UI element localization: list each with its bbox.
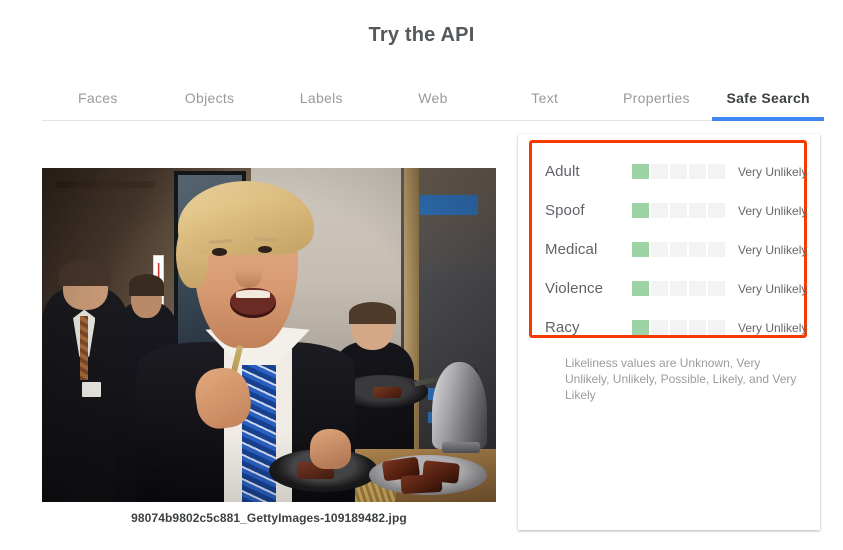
meter-segment bbox=[689, 281, 706, 296]
tab-bar: Faces Objects Labels Web Text Properties Safe … bbox=[42, 76, 824, 121]
subject-open-mouth bbox=[230, 288, 276, 319]
likelihood-meter bbox=[632, 281, 725, 296]
meter-segment bbox=[689, 164, 706, 179]
meter-segment bbox=[651, 203, 668, 218]
tab-properties[interactable]: Properties bbox=[601, 76, 713, 120]
person-name-badge bbox=[81, 382, 101, 398]
meter-segment bbox=[670, 281, 687, 296]
person-hair bbox=[128, 273, 165, 296]
safe-search-category-label: Violence bbox=[545, 280, 604, 297]
main-content: 98074b9802c5c881_GettyImages-109189482.j… bbox=[0, 134, 843, 550]
steak-piece bbox=[400, 474, 442, 495]
heat-lamp-base bbox=[441, 441, 481, 453]
meter-segment bbox=[670, 242, 687, 257]
meter-segment bbox=[708, 281, 725, 296]
safe-search-row: Violence Very Unlikely bbox=[532, 269, 808, 308]
person-hair bbox=[348, 301, 397, 325]
safe-search-category-label: Medical bbox=[545, 241, 598, 258]
likelihood-value: Very Unlikely bbox=[738, 164, 808, 179]
tab-safe-search[interactable]: Safe Search bbox=[712, 76, 824, 121]
safe-search-row: Spoof Very Unlikely bbox=[532, 191, 808, 230]
meter-segment bbox=[670, 164, 687, 179]
subject-hand-holding-plate bbox=[309, 428, 351, 469]
likelihood-value: Very Unlikely bbox=[738, 281, 808, 296]
safe-search-category-label: Adult bbox=[545, 163, 580, 180]
safe-search-category-label: Racy bbox=[545, 319, 580, 336]
likelihood-meter bbox=[632, 164, 725, 179]
tab-labels[interactable]: Labels bbox=[265, 76, 377, 120]
meter-segment bbox=[651, 164, 668, 179]
image-filename: 98074b9802c5c881_GettyImages-109189482.j… bbox=[131, 511, 407, 525]
meter-segment bbox=[632, 242, 649, 257]
heat-lamp-warmer bbox=[432, 361, 487, 449]
meter-segment bbox=[689, 242, 706, 257]
meter-segment bbox=[708, 242, 725, 257]
analyzed-image bbox=[42, 168, 496, 502]
person-tie bbox=[79, 316, 88, 381]
meter-segment bbox=[708, 164, 725, 179]
meter-segment bbox=[670, 203, 687, 218]
meter-segment bbox=[708, 203, 725, 218]
meter-segment bbox=[651, 242, 668, 257]
tab-text[interactable]: Text bbox=[489, 76, 601, 120]
meter-segment bbox=[632, 164, 649, 179]
meter-segment bbox=[708, 320, 725, 335]
safe-search-row: Racy Very Unlikely bbox=[532, 308, 808, 347]
subject-nose bbox=[234, 261, 263, 289]
tab-objects[interactable]: Objects bbox=[154, 76, 266, 120]
likeliness-legend: Likeliness values are Unknown, Very Unli… bbox=[565, 356, 797, 402]
page-title: Try the API bbox=[368, 24, 475, 46]
photo-scene bbox=[42, 168, 496, 502]
likelihood-meter bbox=[632, 320, 725, 335]
meter-segment bbox=[632, 320, 649, 335]
subject-eye-left bbox=[212, 248, 227, 256]
safe-search-result-card: Adult Very Unlikely Spoof Very Unlikely Medi… bbox=[518, 134, 820, 530]
safe-search-row: Medical Very Unlikely bbox=[532, 230, 808, 269]
person-hair bbox=[59, 260, 111, 287]
meter-segment bbox=[689, 203, 706, 218]
likelihood-meter bbox=[632, 203, 725, 218]
meter-segment bbox=[689, 320, 706, 335]
window-sign-top bbox=[418, 194, 478, 215]
likelihood-value: Very Unlikely bbox=[738, 203, 808, 218]
likelihood-value: Very Unlikely bbox=[738, 242, 808, 257]
meter-segment bbox=[651, 320, 668, 335]
tab-faces[interactable]: Faces bbox=[42, 76, 154, 120]
image-column: 98074b9802c5c881_GettyImages-109189482.j… bbox=[42, 168, 496, 525]
meter-segment bbox=[651, 281, 668, 296]
safe-search-row: Adult Very Unlikely bbox=[532, 152, 808, 191]
safe-search-category-label: Spoof bbox=[545, 202, 585, 219]
likelihood-value: Very Unlikely bbox=[738, 320, 808, 335]
subject-striped-tie bbox=[241, 355, 276, 502]
likelihood-meter bbox=[632, 242, 725, 257]
tab-web[interactable]: Web bbox=[377, 76, 489, 120]
meter-segment bbox=[632, 203, 649, 218]
safe-search-highlight-box: Adult Very Unlikely Spoof Very Unlikely Medi… bbox=[529, 140, 807, 338]
meter-segment bbox=[632, 281, 649, 296]
meter-segment bbox=[670, 320, 687, 335]
